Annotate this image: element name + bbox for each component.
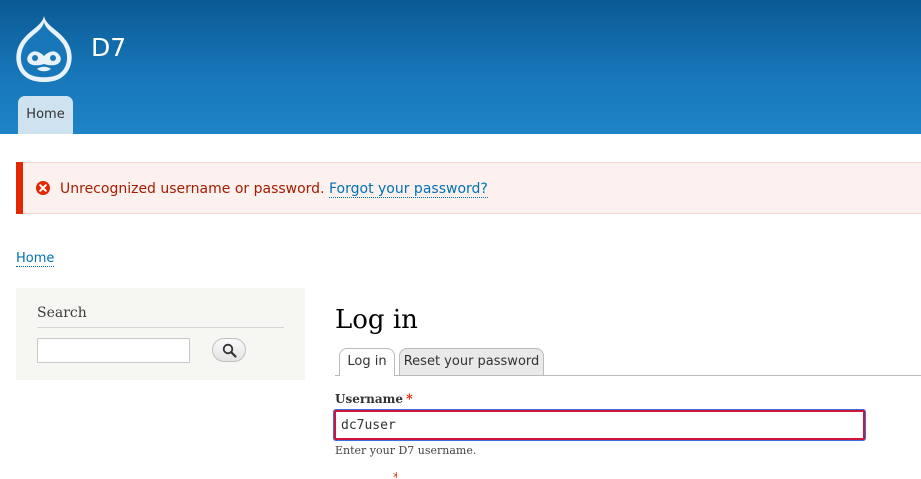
- breadcrumb: Home: [16, 250, 55, 267]
- search-icon: [222, 343, 237, 358]
- tabs-divider: [335, 375, 921, 376]
- search-block-title: Search: [37, 305, 284, 328]
- page-title: Log in: [335, 305, 418, 335]
- nav-tab-home[interactable]: Home: [18, 96, 73, 134]
- error-message: Unrecognized username or password. Forgo…: [16, 162, 921, 214]
- username-description: Enter your D7 username.: [335, 444, 477, 457]
- username-label-text: Username: [335, 392, 404, 406]
- tab-reset-password[interactable]: Reset your password: [399, 348, 544, 375]
- error-icon: [36, 181, 50, 195]
- error-message-label: Unrecognized username or password.: [60, 181, 325, 197]
- search-button[interactable]: [212, 338, 246, 362]
- search-input[interactable]: [37, 338, 190, 363]
- page: D7 Home Unrecognized username or passwor…: [0, 0, 921, 479]
- site-name[interactable]: D7: [91, 32, 126, 64]
- password-required-marker: *: [393, 472, 397, 479]
- breadcrumb-home-link[interactable]: Home: [16, 251, 55, 267]
- drupal-logo-icon[interactable]: [13, 14, 75, 84]
- required-marker: *: [406, 392, 413, 407]
- username-input[interactable]: [334, 410, 865, 440]
- forgot-password-link[interactable]: Forgot your password?: [328, 181, 488, 198]
- username-label: Username *: [335, 391, 413, 408]
- error-message-text: Unrecognized username or password. Forgo…: [60, 180, 488, 198]
- site-header: D7 Home: [0, 0, 921, 134]
- tab-log-in[interactable]: Log in: [339, 348, 395, 376]
- sidebar-search-block: Search: [16, 288, 305, 380]
